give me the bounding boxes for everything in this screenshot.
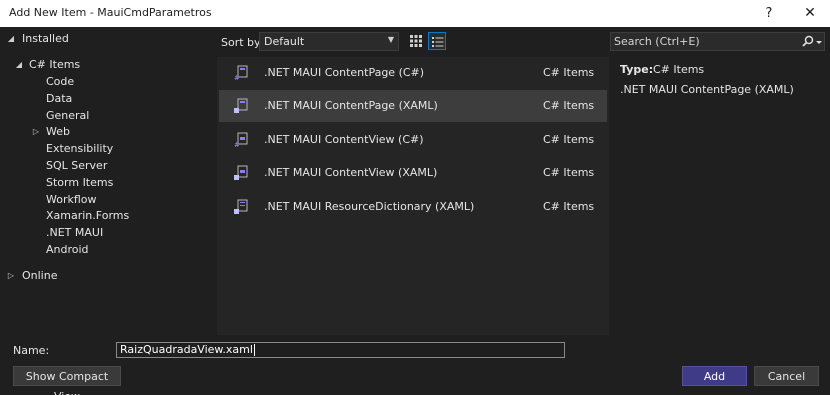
tree-item-label: Web [46,125,70,138]
list-view-button[interactable] [428,32,446,50]
csharp-page-icon: # [234,65,248,82]
tree-item-csharp-items[interactable]: ◢ C# Items [0,57,214,73]
tree-item-web[interactable]: ▷ Web [0,124,214,140]
name-value: RaizQuadradaView.xaml [120,343,253,356]
template-details: Type: C# Items .NET MAUI ContentPage (XA… [610,57,830,335]
grid-view-icon [410,35,422,47]
template-category: C# Items [543,200,595,213]
tree-item-label: Online [22,269,58,282]
tree-item-net-maui[interactable]: .NET MAUI [0,225,214,241]
chevron-down-icon: ▼ [387,35,394,44]
sort-by-label: Sort by: [221,36,264,49]
help-button[interactable]: ? [757,0,781,27]
add-button[interactable]: Add [682,366,747,386]
tree-item-installed[interactable]: ◢ Installed [0,31,214,47]
template-list: # .NET MAUI ContentPage (C#) C# Items .N… [217,57,609,335]
tree-item-label: Android [46,243,89,256]
dialog-footer: Name: RaizQuadradaView.xaml Show Compact… [0,335,830,395]
tree-item-label: Data [46,92,73,105]
tree-item-online[interactable]: ▷ Online [0,268,214,284]
csharp-view-icon: # [234,132,248,149]
close-button[interactable]: ✕ [795,0,825,27]
template-item-contentview-csharp[interactable]: # .NET MAUI ContentView (C#) C# Items [219,124,607,156]
tree-item-label: Storm Items [46,176,114,189]
tree-item-general[interactable]: General [0,108,214,124]
template-item-contentpage-xaml[interactable]: .NET MAUI ContentPage (XAML) C# Items [219,90,607,122]
grid-view-button[interactable] [407,32,425,50]
tree-item-code[interactable]: Code [0,74,214,90]
template-category: C# Items [543,133,595,146]
sort-by-value: Default [264,35,305,48]
template-category: C# Items [543,99,595,112]
svg-text:#: # [234,141,240,149]
xaml-page-icon [234,98,248,113]
template-category: C# Items [543,166,595,179]
list-view-icon [432,37,444,47]
name-field[interactable]: RaizQuadradaView.xaml [116,342,565,358]
template-name: .NET MAUI ContentView (XAML) [264,166,438,179]
template-item-contentview-xaml[interactable]: .NET MAUI ContentView (XAML) C# Items [219,157,607,189]
window-title: Add New Item - MauiCmdParametros [9,6,212,19]
template-description: .NET MAUI ContentPage (XAML) [620,83,794,96]
details-panel: Search (Ctrl+E) Type: C# Items .NET MAUI… [610,27,830,335]
list-toolbar: Sort by: Default ▼ [217,27,609,55]
cancel-button[interactable]: Cancel [754,366,819,386]
expanded-arrow-icon[interactable]: ◢ [14,57,24,73]
tree-item-data[interactable]: Data [0,91,214,107]
category-tree: ◢ Installed ◢ C# Items Code Data General… [0,27,216,335]
tree-item-label: .NET MAUI [46,226,104,239]
tree-item-sql-server[interactable]: SQL Server [0,158,214,174]
xaml-dictionary-icon [234,199,248,214]
tree-item-xamarin-forms[interactable]: Xamarin.Forms [0,208,214,224]
tree-item-label: General [46,109,90,122]
name-label: Name: [13,344,50,357]
tree-item-label: Workflow [46,193,97,206]
tree-item-extensibility[interactable]: Extensibility [0,141,214,157]
tree-item-label: Extensibility [46,142,114,155]
title-bar: Add New Item - MauiCmdParametros ? ✕ [0,0,830,27]
show-compact-view-button[interactable]: Show Compact View [13,366,121,395]
search-placeholder: Search (Ctrl+E) [614,35,700,48]
tree-item-label: SQL Server [46,159,108,172]
template-name: .NET MAUI ResourceDictionary (XAML) [264,200,475,213]
template-name: .NET MAUI ContentView (C#) [264,133,424,146]
search-icon[interactable] [801,34,823,50]
expanded-arrow-icon[interactable]: ◢ [6,31,16,47]
collapsed-arrow-icon[interactable]: ▷ [6,268,16,284]
text-caret [253,344,255,356]
template-item-contentpage-csharp[interactable]: # .NET MAUI ContentPage (C#) C# Items [219,57,607,89]
template-panel: Sort by: Default ▼ # .NET MAUI ContentPa… [217,27,609,335]
template-name: .NET MAUI ContentPage (XAML) [264,99,438,112]
tree-item-storm-items[interactable]: Storm Items [0,175,214,191]
tree-item-android[interactable]: Android [0,242,214,258]
tree-item-label: Code [46,75,75,88]
search-input[interactable]: Search (Ctrl+E) [610,32,825,51]
type-value: C# Items [653,63,705,76]
xaml-view-icon [234,165,248,180]
tree-item-label: Xamarin.Forms [46,209,130,222]
template-name: .NET MAUI ContentPage (C#) [264,66,425,79]
tree-item-label: C# Items [29,58,81,71]
tree-item-workflow[interactable]: Workflow [0,192,214,208]
svg-text:#: # [234,74,240,82]
template-item-resourcedictionary-xaml[interactable]: .NET MAUI ResourceDictionary (XAML) C# I… [219,191,607,223]
sort-by-dropdown[interactable]: Default ▼ [259,32,399,51]
tree-item-label: Installed [22,32,69,45]
template-category: C# Items [543,66,595,79]
type-label: Type: [620,63,654,76]
collapsed-arrow-icon[interactable]: ▷ [31,124,41,140]
